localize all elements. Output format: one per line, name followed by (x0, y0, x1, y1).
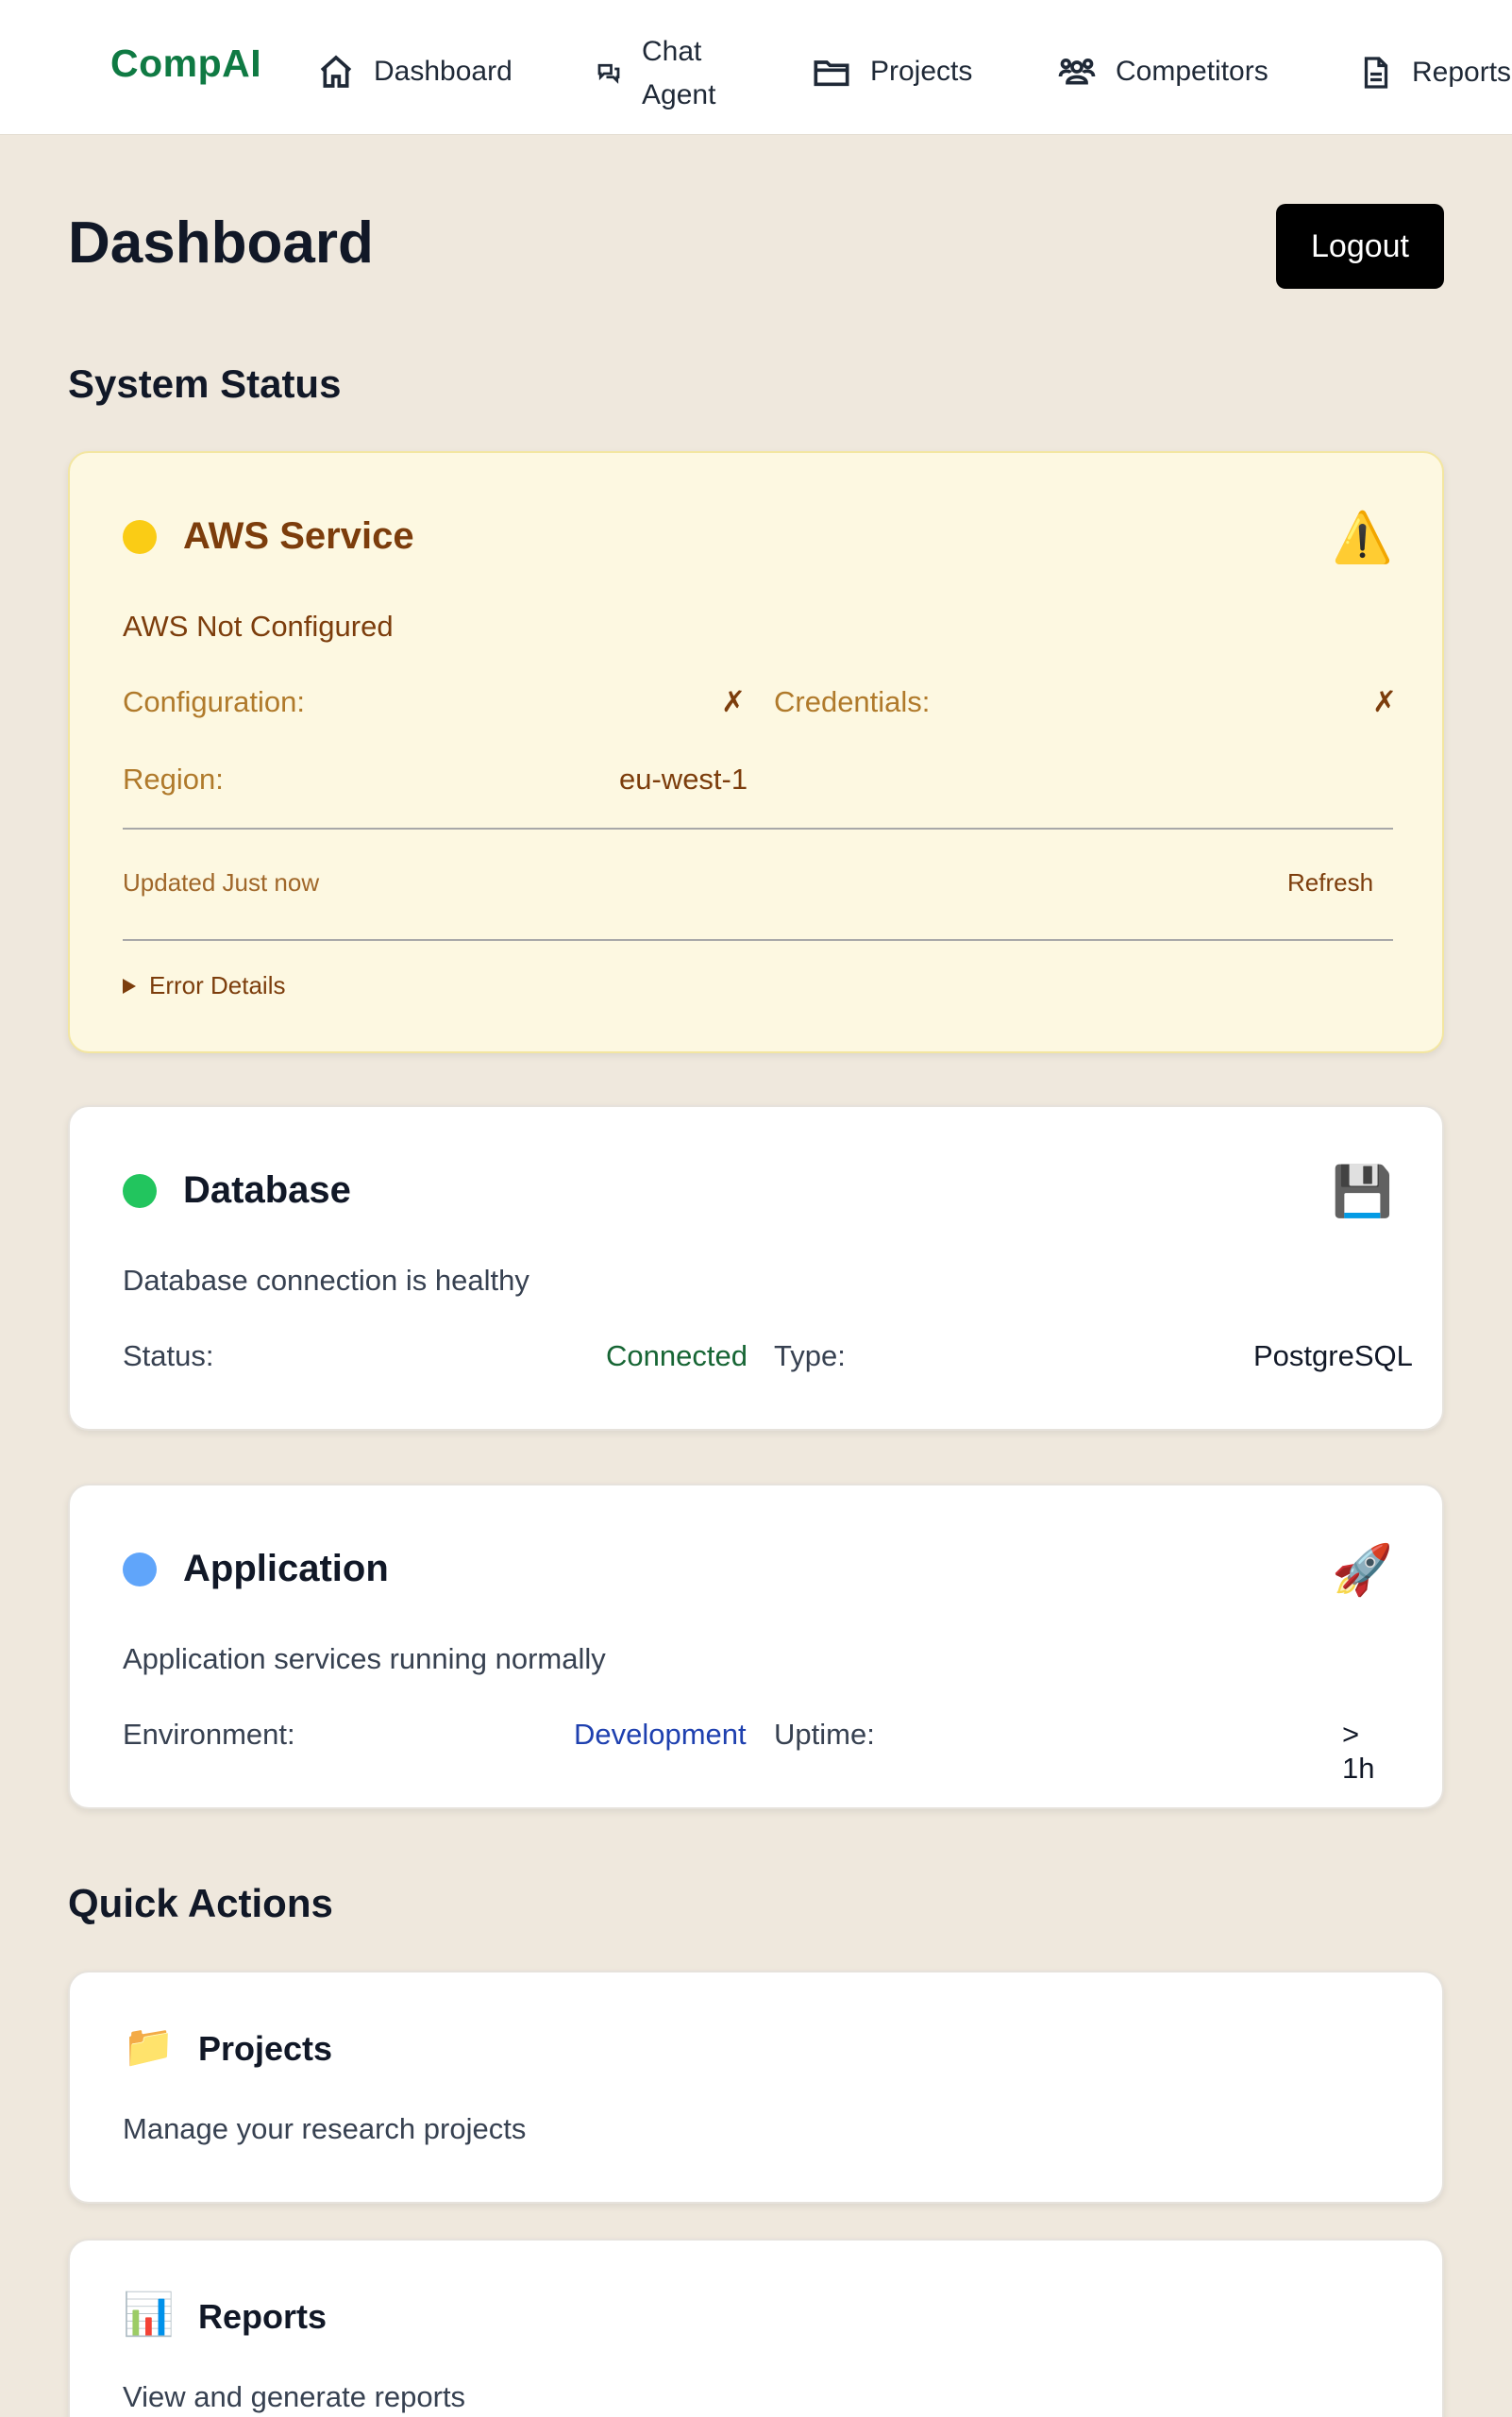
quick-action-description: Manage your research projects (123, 2112, 527, 2145)
logout-button[interactable]: Logout (1276, 204, 1444, 289)
configuration-value: ✗ (721, 685, 746, 718)
uptime-value: > 1h (1342, 1718, 1375, 1785)
brand-logo[interactable]: CompAI (110, 42, 261, 86)
card-title: Application (183, 1548, 389, 1589)
region-label: Region: (123, 763, 224, 796)
status-label: Status: (123, 1339, 214, 1372)
rocket-icon: 🚀 (1332, 1542, 1393, 1599)
users-icon (1057, 53, 1097, 91)
document-icon (1359, 53, 1393, 92)
folder-icon: 📁 (123, 2023, 175, 2071)
card-header: Application (123, 1548, 389, 1590)
database-card: Database 💾 Database connection is health… (68, 1105, 1444, 1431)
aws-region-row: Region: eu-west-1 (123, 763, 1393, 800)
home-icon (317, 53, 355, 91)
configuration-label: Configuration: (123, 685, 306, 718)
quick-action-description: View and generate reports (123, 2380, 466, 2413)
uptime-label: Uptime: (774, 1718, 875, 1751)
nav-item-label: Competitors (1116, 56, 1268, 87)
quick-action-title: Projects (198, 2029, 333, 2068)
card-title: AWS Service (183, 515, 414, 557)
disclosure-triangle-icon (123, 978, 136, 994)
quick-action-reports[interactable]: 📊 Reports View and generate reports (68, 2239, 1444, 2417)
folder-icon (812, 53, 851, 91)
bar-chart-icon: 📊 (123, 2291, 175, 2339)
updated-timestamp: Updated Just now (123, 868, 320, 897)
nav-item-reports[interactable]: Reports (1359, 53, 1511, 92)
chat-icon (595, 59, 623, 88)
database-info-row: Status: Connected Type: PostgreSQL (123, 1339, 1413, 1377)
nav-item-dashboard[interactable]: Dashboard (317, 53, 512, 91)
card-header: AWS Service (123, 515, 414, 558)
divider (123, 939, 1393, 941)
nav-item-label-line1: Chat (642, 36, 702, 67)
aws-config-row: Configuration: ✗ Credentials: ✗ (123, 685, 1397, 723)
type-value: PostgreSQL (1253, 1339, 1413, 1372)
card-message: Application services running normally (123, 1642, 606, 1675)
section-title-quick-actions: Quick Actions (68, 1881, 333, 1925)
status-dot (123, 519, 157, 554)
nav-item-label: Chat Agent (642, 30, 715, 117)
error-details-label: Error Details (149, 971, 286, 999)
page-title: Dashboard (68, 210, 374, 276)
card-message: Database connection is healthy (123, 1264, 529, 1297)
section-title-system-status: System Status (68, 361, 342, 406)
card-message: AWS Not Configured (123, 610, 394, 643)
nav-item-label: Dashboard (374, 56, 512, 87)
refresh-button[interactable]: Refresh (1287, 868, 1373, 898)
status-value: Connected (606, 1339, 748, 1372)
credentials-value: ✗ (1372, 685, 1397, 718)
top-navigation: CompAI Dashboard Chat Agent Projects Com… (0, 0, 1512, 135)
warning-icon: ⚠️ (1332, 510, 1393, 566)
type-label: Type: (774, 1339, 846, 1372)
nav-item-chat-agent[interactable]: Chat Agent (595, 30, 715, 117)
error-details-toggle[interactable]: Error Details (123, 971, 285, 1000)
credentials-label: Credentials: (774, 685, 931, 718)
nav-item-label: Projects (870, 56, 973, 87)
card-header: Database (123, 1169, 351, 1212)
nav-item-projects[interactable]: Projects (812, 53, 972, 91)
application-info-row: Environment: Development Uptime: > 1h (123, 1718, 1393, 1785)
floppy-disk-icon: 💾 (1332, 1164, 1393, 1220)
environment-value: Development (574, 1718, 747, 1751)
environment-label: Environment: (123, 1718, 295, 1751)
status-dot (123, 1552, 157, 1586)
nav-item-competitors[interactable]: Competitors (1057, 53, 1268, 91)
application-card: Application 🚀 Application services runni… (68, 1484, 1444, 1809)
nav-item-label-line2: Agent (642, 79, 716, 110)
quick-action-title: Reports (198, 2297, 328, 2336)
card-title: Database (183, 1169, 351, 1211)
divider (123, 828, 1393, 830)
status-dot (123, 1173, 157, 1208)
region-value: eu-west-1 (619, 763, 748, 796)
nav-item-label: Reports (1412, 57, 1512, 88)
aws-service-card: AWS Service ⚠️ AWS Not Configured Config… (68, 451, 1444, 1053)
quick-action-projects[interactable]: 📁 Projects Manage your research projects (68, 1971, 1444, 2204)
